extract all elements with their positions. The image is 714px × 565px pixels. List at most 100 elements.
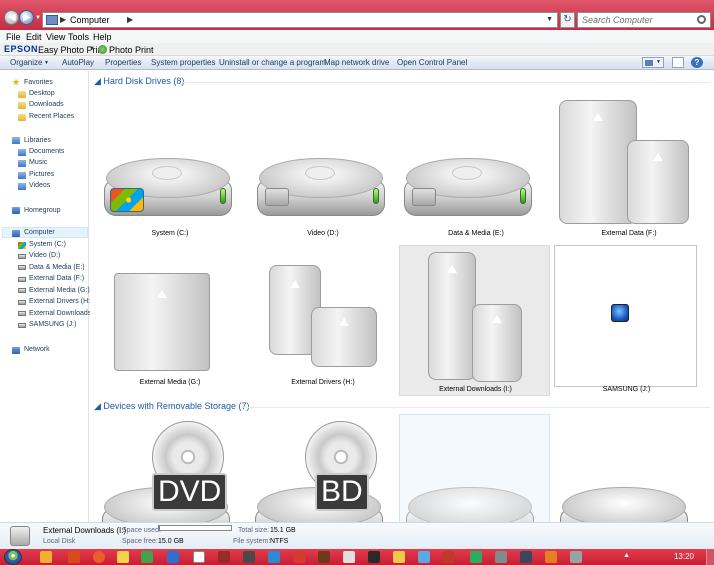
nav-pictures[interactable]: Pictures	[29, 171, 54, 178]
app-taskbar-icon[interactable]	[193, 551, 205, 563]
nav-computer[interactable]: Computer	[24, 229, 55, 236]
bd-drive-tile[interactable]: BD	[249, 415, 397, 522]
start-button[interactable]	[4, 549, 22, 565]
removable-drive-tile[interactable]	[399, 414, 550, 522]
refresh-button[interactable]: ↻	[560, 12, 575, 28]
nav-drive-c[interactable]: System (C:)	[29, 241, 66, 248]
drive-icon	[18, 323, 26, 328]
nav-desktop[interactable]: Desktop	[29, 90, 55, 97]
nav-videos[interactable]: Videos	[29, 182, 50, 189]
nav-drive-d[interactable]: Video (D:)	[29, 252, 60, 259]
app-taskbar-icon[interactable]	[495, 551, 507, 563]
nav-drive-e[interactable]: Data & Media (E:)	[29, 264, 85, 271]
drive-tile-j[interactable]: SAMSUNG (J:)	[554, 245, 697, 393]
organize-button[interactable]: Organize	[10, 58, 42, 67]
space-used-fill	[159, 526, 161, 530]
app-taskbar-icon[interactable]	[93, 551, 105, 563]
nav-drive-f[interactable]: External Data (F:)	[29, 275, 84, 282]
easy-photo-print-button[interactable]: Easy Photo Print	[38, 45, 105, 55]
system-drive-icon	[18, 242, 26, 249]
change-view-button[interactable]: ▼	[642, 57, 664, 68]
group-removable-storage[interactable]: ◢ Devices with Removable Storage (7)	[94, 401, 249, 412]
drive-tile-d[interactable]: Video (D:)	[249, 98, 397, 241]
drive-tile-i[interactable]: External Downloads (I:)	[399, 245, 550, 396]
nav-downloads[interactable]: Downloads	[29, 101, 64, 108]
address-dropdown-icon[interactable]: ▼	[546, 16, 553, 23]
open-control-panel-button[interactable]: Open Control Panel	[397, 58, 467, 67]
nav-documents[interactable]: Documents	[29, 148, 64, 155]
drive-tile-f[interactable]: External Data (F:)	[555, 98, 703, 241]
menu-file[interactable]: File	[6, 32, 21, 42]
nav-drive-g[interactable]: External Media (G:)	[29, 287, 90, 294]
app-taskbar-icon[interactable]	[570, 551, 582, 563]
menu-view[interactable]: View	[46, 32, 65, 42]
show-desktop-button[interactable]	[706, 549, 714, 565]
easy-photo-print-dropdown-icon[interactable]: ▼	[89, 46, 95, 52]
star-icon: ★	[12, 77, 21, 87]
app-taskbar-icon[interactable]	[443, 551, 455, 563]
app-taskbar-icon[interactable]	[520, 551, 532, 563]
search-input[interactable]: Search Computer	[577, 12, 711, 28]
view-icon	[645, 60, 653, 66]
recent-pages-dropdown-icon[interactable]: ▼	[35, 15, 41, 21]
nav-drive-h[interactable]: External Drivers (H:)	[29, 298, 92, 305]
organize-dropdown-icon[interactable]: ▼	[44, 60, 49, 66]
dvd-drive-tile[interactable]: DVD	[96, 415, 244, 522]
map-network-drive-button[interactable]: Map network drive	[324, 58, 389, 67]
app-taskbar-icon[interactable]	[268, 551, 280, 563]
taskbar-clock[interactable]: 13:20	[674, 552, 694, 561]
system-properties-button[interactable]: System properties	[151, 58, 215, 67]
nav-libraries[interactable]: Libraries	[24, 137, 51, 144]
back-button[interactable]: ◀	[4, 10, 19, 25]
autoplay-button[interactable]: AutoPlay	[62, 58, 94, 67]
search-icon[interactable]	[697, 15, 706, 24]
app-taskbar-icon[interactable]	[141, 551, 153, 563]
help-button[interactable]: ?	[691, 57, 703, 68]
photo-print-icon	[98, 45, 107, 54]
explorer-taskbar-icon[interactable]	[40, 551, 52, 563]
drive-tile-g[interactable]: External Media (G:)	[96, 247, 244, 390]
uninstall-program-button[interactable]: Uninstall or change a program	[219, 58, 326, 67]
drive-tile-e[interactable]: Data & Media (E:)	[402, 98, 550, 241]
breadcrumb-computer[interactable]: Computer	[70, 15, 110, 25]
menu-edit[interactable]: Edit	[26, 32, 42, 42]
view-dropdown-icon[interactable]: ▼	[656, 59, 661, 65]
drive-label: External Media (G:)	[139, 379, 201, 386]
details-drive-name: External Downloads (I:)	[43, 526, 127, 535]
app-taskbar-icon[interactable]	[545, 551, 557, 563]
app-taskbar-icon[interactable]	[243, 551, 255, 563]
nav-drive-i[interactable]: External Downloads	[29, 310, 91, 317]
nav-homegroup[interactable]: Homegroup	[24, 207, 61, 214]
forward-button[interactable]: ▶	[19, 10, 34, 25]
app-taskbar-icon[interactable]	[393, 551, 405, 563]
app-taskbar-icon[interactable]	[68, 551, 80, 563]
photo-print-button[interactable]: Photo Print	[109, 45, 154, 55]
properties-button[interactable]: Properties	[105, 58, 141, 67]
app-taskbar-icon[interactable]	[293, 551, 305, 563]
nav-network[interactable]: Network	[24, 346, 50, 353]
breadcrumb-chevron-icon[interactable]: ▶	[127, 15, 133, 24]
menu-tools[interactable]: Tools	[68, 32, 89, 42]
app-taskbar-icon[interactable]	[167, 551, 179, 563]
drive-tile-h[interactable]: External Drivers (H:)	[249, 247, 397, 390]
nav-drive-j[interactable]: SAMSUNG (J:)	[29, 321, 76, 328]
removable-drive-tile[interactable]	[554, 415, 702, 522]
address-bar[interactable]: ▶ Computer ▶ ▼	[42, 12, 558, 28]
nav-recent-places[interactable]: Recent Places	[29, 113, 74, 120]
drive-tile-c[interactable]: System (C:)	[96, 98, 244, 241]
nav-music[interactable]: Music	[29, 159, 47, 166]
breadcrumb-separator-icon[interactable]: ▶	[60, 15, 66, 24]
app-taskbar-icon[interactable]	[418, 551, 430, 563]
tray-expand-icon[interactable]: ▲	[623, 552, 630, 559]
app-taskbar-icon[interactable]	[343, 551, 355, 563]
app-taskbar-icon[interactable]	[470, 551, 482, 563]
group-hard-disk-drives[interactable]: ◢ Hard Disk Drives (8)	[94, 76, 184, 87]
app-taskbar-icon[interactable]	[318, 551, 330, 563]
preview-pane-button[interactable]	[672, 57, 684, 68]
app-taskbar-icon[interactable]	[368, 551, 380, 563]
menu-help[interactable]: Help	[93, 32, 112, 42]
app-taskbar-icon[interactable]	[117, 551, 129, 563]
nav-favorites[interactable]: Favorites	[24, 79, 53, 86]
downloads-folder-icon	[18, 102, 26, 109]
app-taskbar-icon[interactable]	[218, 551, 230, 563]
